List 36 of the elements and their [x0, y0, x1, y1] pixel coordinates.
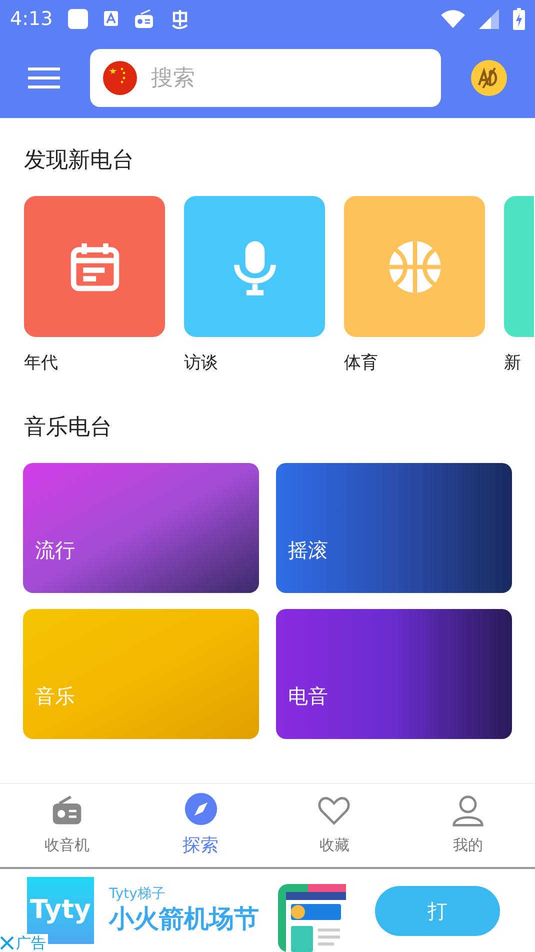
- category-tile[interactable]: [184, 196, 325, 337]
- ad-close-button[interactable]: 广告: [0, 934, 48, 952]
- music-genre-tile[interactable]: 摇滚: [276, 463, 512, 593]
- category-tile[interactable]: [504, 196, 534, 337]
- search-field[interactable]: 搜索: [151, 62, 428, 94]
- category-tile[interactable]: [344, 196, 485, 337]
- category-label[interactable]: 年代: [24, 351, 165, 375]
- music-genre-tile[interactable]: 流行: [23, 463, 259, 593]
- ad-brand: Tyty梯子: [109, 886, 166, 902]
- category-label[interactable]: 访谈: [184, 351, 325, 375]
- battery-charging-icon: [513, 8, 525, 30]
- search-bar[interactable]: 搜索: [90, 49, 441, 107]
- nav-tab[interactable]: 我的: [401, 784, 535, 867]
- nav-tab[interactable]: 收音机: [0, 784, 134, 867]
- close-icon: [0, 936, 14, 950]
- translate-app-icon: [102, 10, 119, 28]
- ad-headline[interactable]: 小火箭机场节: [109, 902, 259, 936]
- status-time: 4:13: [10, 6, 53, 32]
- flag-icon: [103, 61, 137, 95]
- remove-ads-button[interactable]: [471, 60, 507, 96]
- compass-icon: [184, 792, 218, 826]
- nav-tab[interactable]: 探索: [134, 784, 268, 867]
- menu-button[interactable]: [28, 67, 60, 89]
- person-icon: [451, 794, 486, 828]
- category-label[interactable]: 体育: [344, 351, 485, 375]
- signal-icon: [479, 9, 499, 29]
- section-title: 发现新电台: [23, 147, 135, 175]
- app-notification-icon: [66, 8, 89, 30]
- radio-notification-icon: [132, 8, 155, 30]
- nav-tab[interactable]: 收藏: [268, 784, 402, 867]
- category-label[interactable]: 新: [504, 351, 534, 375]
- ad-open-button[interactable]: 打: [375, 886, 500, 936]
- music-genre-tile[interactable]: 电音: [276, 609, 512, 739]
- section-title: 音乐电台: [23, 414, 113, 442]
- wifi-icon: [441, 9, 465, 29]
- category-tile[interactable]: [24, 196, 165, 337]
